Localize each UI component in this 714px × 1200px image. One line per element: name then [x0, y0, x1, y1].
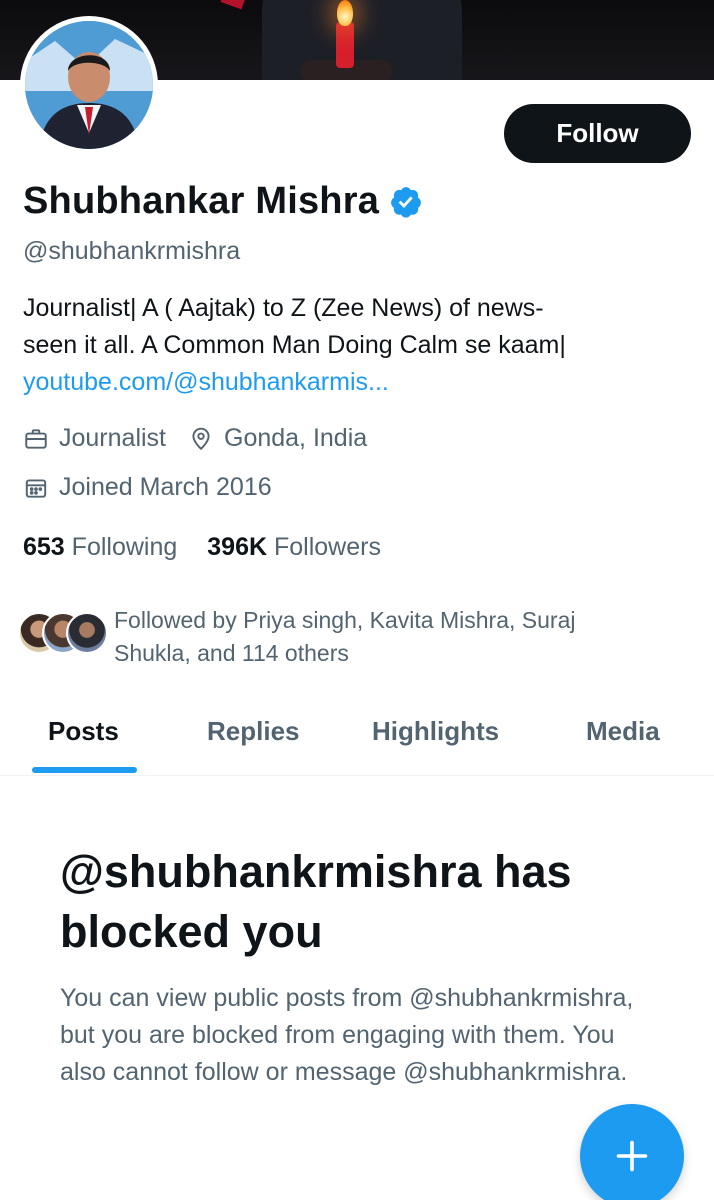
following-label: Following — [71, 533, 178, 561]
following-count: 653 — [23, 533, 65, 561]
profile-name: Shubhankar Mishra — [23, 180, 380, 222]
follow-button[interactable]: Follow — [504, 104, 691, 163]
tab-media[interactable]: Media — [586, 716, 660, 747]
briefcase-icon — [25, 428, 47, 449]
bio-line: seen it all. A Common Man Doing Calm se … — [23, 331, 566, 359]
profile-handle: @shubhankrmishra — [23, 237, 241, 265]
followers-label: Followers — [274, 533, 381, 561]
location-item: Gonda, India — [188, 424, 367, 453]
profile-bio: Journalist| A ( Aajtak) to Z (Zee News) … — [23, 290, 663, 401]
mutual-avatar — [66, 612, 108, 654]
bio-line: Journalist| A ( Aajtak) to Z (Zee News) … — [23, 294, 544, 322]
joined-item: Joined March 2016 — [23, 473, 272, 502]
profile-stats: 653 Following 396K Followers — [23, 533, 411, 562]
compose-post-button[interactable] — [580, 1104, 684, 1200]
tab-highlights[interactable]: Highlights — [372, 716, 499, 747]
profile-tabs: Posts Replies Highlights Media — [0, 700, 714, 776]
profile-avatar[interactable] — [20, 16, 158, 154]
banner-flame — [337, 0, 353, 26]
verified-badge-icon[interactable] — [389, 185, 423, 219]
profile-joined-row: Joined March 2016 — [23, 473, 294, 502]
plus-icon — [616, 1140, 648, 1172]
blocked-title: @shubhankrmishra has blocked you — [60, 846, 572, 957]
location-pin-icon — [192, 427, 210, 450]
followed-by-section[interactable]: Followed by Priya singh, Kavita Mishra, … — [18, 604, 634, 670]
tab-replies[interactable]: Replies — [207, 716, 300, 747]
followed-by-text: Followed by Priya singh, Kavita Mishra, … — [114, 607, 576, 666]
joined-text: Joined March 2016 — [59, 473, 272, 501]
profession-text: Journalist — [59, 424, 166, 452]
following-link[interactable]: 653 Following — [23, 533, 177, 562]
banner-candle — [336, 22, 354, 68]
profile-meta-row: Journalist Gonda, India — [23, 424, 389, 453]
profile-name-row: Shubhankar Mishra — [23, 180, 423, 223]
blocked-description: You can view public posts from @shubhank… — [60, 984, 634, 1086]
mutual-avatars — [18, 612, 110, 660]
bio-link[interactable]: youtube.com/@shubhankarmis... — [23, 364, 663, 401]
avatar-photo — [25, 21, 153, 149]
followers-link[interactable]: 396K Followers — [207, 533, 381, 562]
calendar-icon — [25, 478, 47, 498]
profession-item: Journalist — [23, 424, 166, 453]
banner-detail — [220, 0, 246, 10]
tab-posts[interactable]: Posts — [48, 716, 119, 747]
followers-count: 396K — [207, 533, 268, 561]
active-tab-indicator — [32, 767, 137, 773]
location-text: Gonda, India — [224, 424, 368, 452]
